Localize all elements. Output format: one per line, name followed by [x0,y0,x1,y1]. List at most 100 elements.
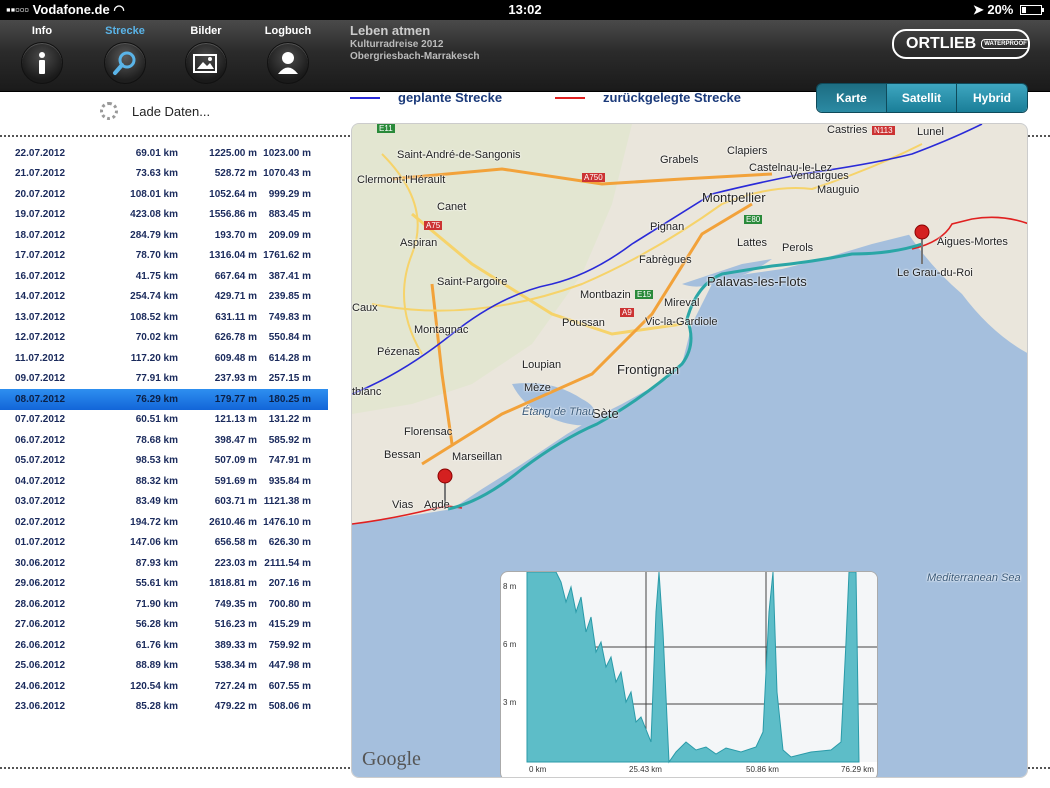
map-place-label: Sète [592,406,619,421]
y-tick-label: 6 m [503,640,517,649]
day-date: 07.07.2012 [15,414,66,426]
day-ascent: 237.93 m [214,373,257,385]
day-ascent: 516.23 m [214,619,257,631]
day-row[interactable]: 17.07.2012 78.70 km 1316.04 m 1761.62 m [0,246,328,267]
road-label: E80 [744,215,763,224]
day-row[interactable]: 07.07.2012 60.51 km 121.13 m 131.22 m [0,410,328,431]
day-distance: 108.01 km [130,188,178,200]
day-row[interactable]: 09.07.2012 77.91 km 237.93 m 257.15 m [0,369,328,390]
day-distance: 69.01 km [135,147,178,159]
day-row[interactable]: 13.07.2012 108.52 km 631.11 m 749.83 m [0,307,328,328]
day-distance: 73.63 km [135,168,178,180]
day-row[interactable]: 01.07.2012 147.06 km 656.58 m 626.30 m [0,533,328,554]
map-type-karte[interactable]: Karte [817,84,887,112]
day-ascent: 667.64 m [214,270,257,282]
day-row[interactable]: 22.07.2012 69.01 km 1225.00 m 1023.00 m [0,143,328,164]
day-row[interactable]: 20.07.2012 108.01 km 1052.64 m 999.29 m [0,184,328,205]
day-ascent: 538.34 m [214,660,257,672]
road-label: N113 [872,126,895,135]
road-label: A750 [582,173,605,182]
day-ascent: 507.09 m [214,455,257,467]
elevation-profile[interactable]: 8 m 6 m 3 m 0 km 25.43 km 50.86 km 76.29… [500,571,878,777]
tab-info[interactable]: Info [12,20,72,84]
day-row[interactable]: 28.06.2012 71.90 km 749.35 m 700.80 m [0,594,328,615]
planned-line-swatch [350,96,380,99]
map-place-label: Étang de Thau [522,406,595,418]
legend-traveled-label: zurückgelegte Strecke [603,90,742,105]
day-row[interactable]: 02.07.2012 194.72 km 2610.46 m 1476.10 m [0,512,328,533]
day-date: 25.06.2012 [15,660,66,672]
map-place-label: Montagnac [414,324,469,336]
clock: 13:02 [508,2,542,17]
person-icon [267,42,309,84]
day-row[interactable]: 06.07.2012 78.68 km 398.47 m 585.92 m [0,430,328,451]
day-row[interactable]: 18.07.2012 284.79 km 193.70 m 209.09 m [0,225,328,246]
day-row[interactable]: 04.07.2012 88.32 km 591.69 m 935.84 m [0,471,328,492]
map-type-satellit[interactable]: Satellit [887,84,957,112]
day-row[interactable]: 25.06.2012 88.89 km 538.34 m 447.98 m [0,656,328,677]
day-ascent: 591.69 m [214,475,257,487]
map-place-label: Pignan [650,221,685,233]
map-place-label: Caux [352,302,378,314]
day-row[interactable]: 05.07.2012 98.53 km 507.09 m 747.91 m [0,451,328,472]
day-distance: 194.72 km [130,516,178,528]
day-date: 11.07.2012 [15,352,65,364]
map-place-label: Clermont-l'Hérault [357,174,446,186]
day-ascent: 223.03 m [214,557,257,569]
day-descent: 999.29 m [268,188,311,200]
elevation-chart [526,572,877,764]
route-map[interactable]: Saint-André-de-Sangonis Clermont-l'Héraul… [351,123,1028,778]
tab-bilder[interactable]: Bilder [176,20,236,84]
search-icon [104,42,146,84]
x-tick-label: 25.43 km [629,765,662,774]
tab-strecke[interactable]: Strecke [95,20,155,84]
day-row[interactable]: 27.06.2012 56.28 km 516.23 m 415.29 m [0,615,328,636]
map-place-label: Bessan [384,449,421,461]
day-descent: 239.85 m [268,291,311,303]
day-row[interactable]: 12.07.2012 70.02 km 626.78 m 550.84 m [0,328,328,349]
day-row[interactable]: 08.07.2012 76.29 km 179.77 m 180.25 m [0,389,328,410]
day-row[interactable]: 26.06.2012 61.76 km 389.33 m 759.92 m [0,635,328,656]
road-label: E15 [635,290,654,299]
day-ascent: 479.22 m [214,701,257,713]
day-ascent: 2610.46 m [209,516,257,528]
day-distance: 87.93 km [135,557,178,569]
day-ascent: 626.78 m [214,332,257,344]
map-place-label: Mauguio [817,184,860,196]
picture-icon [185,42,227,84]
tab-bilder-label: Bilder [190,25,222,37]
day-descent: 747.91 m [268,455,311,467]
day-descent: 1761.62 m [263,250,311,262]
map-place-label: Montbazin [580,289,631,301]
day-row[interactable]: 30.06.2012 87.93 km 223.03 m 2111.54 m [0,553,328,574]
day-row[interactable]: 16.07.2012 41.75 km 667.64 m 387.41 m [0,266,328,287]
day-date: 09.07.2012 [15,373,66,385]
day-date: 17.07.2012 [15,250,66,262]
day-date: 13.07.2012 [15,311,66,323]
day-date: 05.07.2012 [15,455,66,467]
map-place-label: Saint-André-de-Sangonis [397,149,521,161]
day-row[interactable]: 23.06.2012 85.28 km 479.22 m 508.06 m [0,697,328,718]
day-distance: 254.74 km [130,291,178,303]
day-descent: 585.92 m [268,434,311,446]
tab-info-label: Info [31,25,53,37]
day-row[interactable]: 14.07.2012 254.74 km 429.71 m 239.85 m [0,287,328,308]
tab-logbuch[interactable]: Logbuch [258,20,318,84]
day-date: 27.06.2012 [15,619,66,631]
day-row[interactable]: 11.07.2012 117.20 km 609.48 m 614.28 m [0,348,328,369]
map-place-label: Mèze [524,382,551,394]
day-descent: 415.29 m [268,619,311,631]
day-ascent: 727.24 m [214,680,257,692]
day-row[interactable]: 19.07.2012 423.08 km 1556.86 m 883.45 m [0,205,328,226]
day-date: 30.06.2012 [15,557,66,569]
map-place-label: Palavas-les-Flots [707,274,807,289]
map-type-hybrid[interactable]: Hybrid [957,84,1027,112]
day-row[interactable]: 03.07.2012 83.49 km 603.71 m 1121.38 m [0,492,328,513]
day-row[interactable]: 24.06.2012 120.54 km 727.24 m 607.55 m [0,676,328,697]
traveled-line-swatch [555,96,585,99]
day-row[interactable]: 29.06.2012 55.61 km 1818.81 m 207.16 m [0,574,328,595]
day-date: 26.06.2012 [15,639,66,651]
day-row[interactable]: 21.07.2012 73.63 km 528.72 m 1070.43 m [0,164,328,185]
map-place-label: Perols [782,242,814,254]
day-distance: 83.49 km [135,496,178,508]
